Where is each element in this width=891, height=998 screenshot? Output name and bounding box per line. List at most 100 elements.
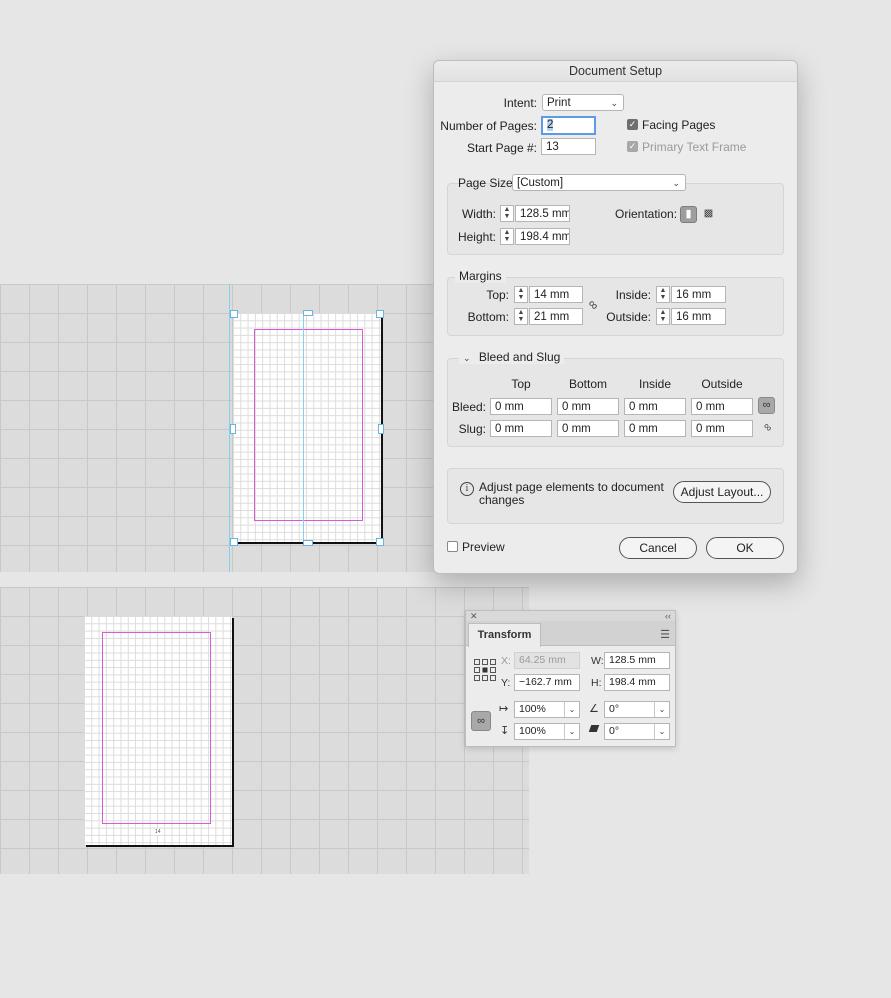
margin-outside-field[interactable]: 16 mm xyxy=(671,308,726,325)
page-number-marker: 14 xyxy=(155,829,161,835)
link-bleed-icon[interactable]: ∞ xyxy=(758,397,775,414)
panel-tab-row: Transform ☰ xyxy=(466,621,675,647)
w-field[interactable]: 128.5 mm xyxy=(604,652,670,669)
bleed-top-field[interactable]: 0 mm xyxy=(490,398,552,415)
close-icon[interactable]: ✕ xyxy=(470,611,478,621)
adjust-layout-button[interactable]: Adjust Layout... xyxy=(673,481,771,503)
y-field[interactable]: −162.7 mm xyxy=(514,674,580,691)
selection-handle[interactable] xyxy=(376,310,384,318)
margins-title: Margins xyxy=(455,269,506,283)
rotate-combo[interactable]: 0° ⌄ xyxy=(604,701,670,718)
bleed-outside-value: 0 mm xyxy=(696,401,725,413)
orientation-label: Orientation: xyxy=(615,207,678,221)
x-field[interactable]: 64.25 mm xyxy=(514,652,580,669)
selection-handle[interactable] xyxy=(376,538,384,546)
slug-inside-field[interactable]: 0 mm xyxy=(624,420,686,437)
constrain-proportions-icon[interactable]: ∞ xyxy=(471,711,491,731)
start-page-value: 13 xyxy=(546,141,559,153)
h-field[interactable]: 198.4 mm xyxy=(604,674,670,691)
shear-icon xyxy=(588,725,600,732)
margin-bottom-field[interactable]: 21 mm xyxy=(529,308,583,325)
bleed-slug-title[interactable]: ⌄ Bleed and Slug xyxy=(459,350,565,364)
scale-y-icon: ↧ xyxy=(500,725,510,737)
scale-y-combo[interactable]: 100% ⌄ xyxy=(514,723,580,740)
bleed-bottom-field[interactable]: 0 mm xyxy=(557,398,619,415)
bleed-slug-label: Bleed and Slug xyxy=(478,350,561,364)
selection-handle[interactable] xyxy=(303,540,313,546)
slug-outside-value: 0 mm xyxy=(696,423,725,435)
ok-button[interactable]: OK xyxy=(706,537,784,559)
slug-label: Slug: xyxy=(458,422,486,436)
scale-x-icon: ↦ xyxy=(499,703,509,715)
column-guide xyxy=(303,313,304,542)
page-size-label: Page Size: xyxy=(458,176,517,190)
margin-top-value: 14 mm xyxy=(534,289,570,301)
landscape-orientation-icon[interactable]: ▩ xyxy=(700,206,717,223)
slug-bottom-value: 0 mm xyxy=(562,423,591,435)
height-stepper[interactable]: ▲ ▼ xyxy=(500,228,514,245)
page-size-value: [Custom] xyxy=(517,177,564,189)
num-pages-value: 2 xyxy=(547,119,554,131)
portrait-orientation-icon[interactable]: ▮ xyxy=(680,206,697,223)
page-margin-frame xyxy=(254,329,363,521)
margin-inside-value: 16 mm xyxy=(676,289,712,301)
width-value: 128.5 mm xyxy=(520,208,570,220)
shear-combo[interactable]: 0° ⌄ xyxy=(604,723,670,740)
selection-handle[interactable] xyxy=(378,424,384,434)
margin-outside-stepper[interactable]: ▲ ▼ xyxy=(656,308,670,325)
margin-inside-stepper[interactable]: ▲ ▼ xyxy=(656,286,670,303)
height-field[interactable]: 198.4 mm xyxy=(515,228,570,245)
selection-handle[interactable] xyxy=(230,424,236,434)
width-label: Width: xyxy=(461,207,496,221)
page-14[interactable]: 14 xyxy=(84,616,232,845)
scale-x-combo[interactable]: 100% ⌄ xyxy=(514,701,580,718)
preview-label: Preview xyxy=(462,540,505,554)
slug-bottom-field[interactable]: 0 mm xyxy=(557,420,619,437)
x-label: X: xyxy=(501,655,511,667)
selection-handle[interactable] xyxy=(230,538,238,546)
preview-checkbox[interactable] xyxy=(447,541,458,552)
h-value: 198.4 mm xyxy=(609,676,656,688)
slug-top-field[interactable]: 0 mm xyxy=(490,420,552,437)
selection-handle[interactable] xyxy=(230,310,238,318)
page-size-select[interactable]: [Custom] ⌄ xyxy=(512,174,686,191)
bleed-top-value: 0 mm xyxy=(495,401,524,413)
chevron-down-icon: ⌄ xyxy=(564,702,579,717)
margin-top-field[interactable]: 14 mm xyxy=(529,286,583,303)
page-margin-frame xyxy=(102,632,211,824)
bleed-inside-field[interactable]: 0 mm xyxy=(624,398,686,415)
intent-select[interactable]: Print ⌄ xyxy=(542,94,624,111)
slug-outside-field[interactable]: 0 mm xyxy=(691,420,753,437)
intent-value: Print xyxy=(547,97,571,109)
bleed-outside-field[interactable]: 0 mm xyxy=(691,398,753,415)
h-label: H: xyxy=(591,677,602,689)
scale-x-value: 100% xyxy=(519,703,546,715)
page-13[interactable] xyxy=(233,313,381,542)
cancel-button[interactable]: Cancel xyxy=(619,537,697,559)
margin-bottom-label: Bottom: xyxy=(467,310,509,324)
y-value: −162.7 mm xyxy=(519,676,572,688)
margin-inside-field[interactable]: 16 mm xyxy=(671,286,726,303)
start-page-field[interactable]: 13 xyxy=(541,138,596,155)
num-pages-field[interactable]: 2 xyxy=(541,116,596,135)
slug-inside-value: 0 mm xyxy=(629,423,658,435)
selection-handle[interactable] xyxy=(303,310,313,316)
panel-menu-icon[interactable]: ☰ xyxy=(660,628,670,641)
width-field[interactable]: 128.5 mm xyxy=(515,205,570,222)
y-label: Y: xyxy=(501,677,511,689)
chevron-down-icon: ⌄ xyxy=(610,98,618,108)
chevron-down-icon: ⌄ xyxy=(654,702,669,717)
primary-text-frame-checkbox[interactable]: ✓ xyxy=(627,141,638,152)
collapse-icon[interactable]: ‹‹ xyxy=(665,611,671,621)
document-setup-dialog: Document Setup Intent: Print ⌄ Number of… xyxy=(433,60,798,574)
reference-point-icon[interactable] xyxy=(474,659,496,681)
margin-top-stepper[interactable]: ▲ ▼ xyxy=(514,286,528,303)
w-label: W: xyxy=(591,655,604,667)
tab-transform[interactable]: Transform xyxy=(468,623,541,647)
panel-top-bar: ✕ ‹‹ xyxy=(466,611,675,621)
dialog-title: Document Setup xyxy=(434,61,797,82)
facing-pages-checkbox[interactable]: ✓ xyxy=(627,119,638,130)
width-stepper[interactable]: ▲ ▼ xyxy=(500,205,514,222)
height-value: 198.4 mm xyxy=(520,231,570,243)
margin-bottom-stepper[interactable]: ▲ ▼ xyxy=(514,308,528,325)
